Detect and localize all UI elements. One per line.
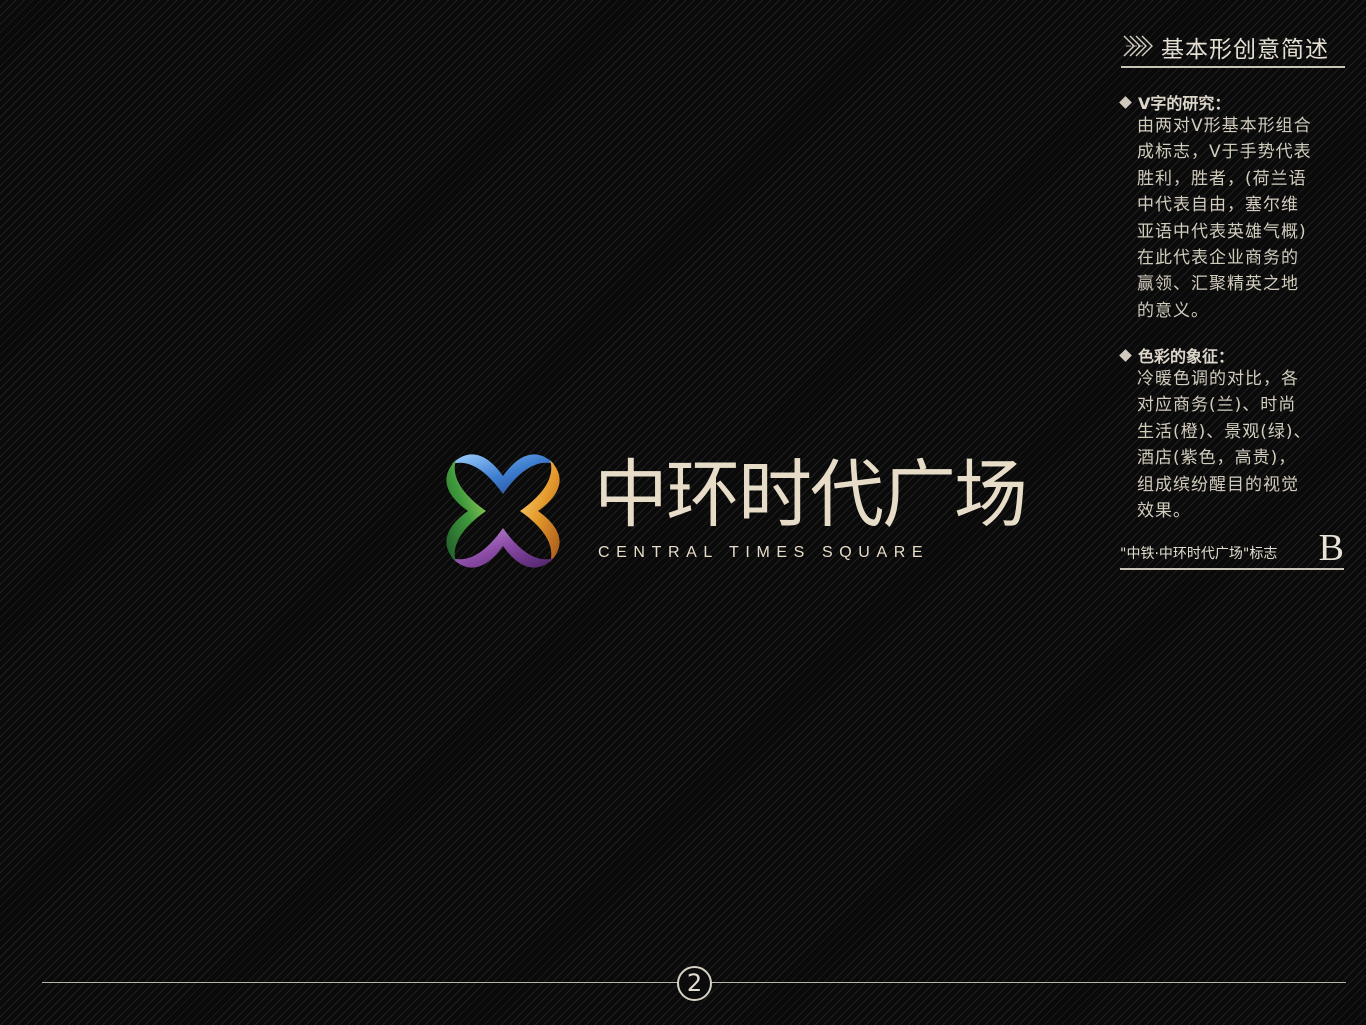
- text-line: 在此代表企业商务的: [1137, 247, 1299, 268]
- text-line: 生活(橙)、景观(绿)、: [1137, 421, 1312, 442]
- color-symbolism-text: 冷暖色调的对比，各 对应商务(兰)、时尚 生活(橙)、景观(绿)、 酒店(紫色，…: [1137, 366, 1329, 524]
- chevron-arrows-icon: [1123, 35, 1153, 57]
- color-symbolism-heading: 色彩的象征：: [1119, 343, 1234, 367]
- diamond-bullet-icon: [1119, 348, 1132, 362]
- logo-caption: "中铁·中环时代广场"标志 B: [1120, 527, 1344, 570]
- logo-green-petal: [446, 460, 486, 562]
- color-symbolism-heading-label: 色彩的象征：: [1138, 347, 1235, 366]
- text-line: 效果。: [1137, 500, 1191, 521]
- v-study-heading-label: V字的研究：: [1138, 94, 1231, 113]
- logo-blue-petal: [452, 454, 554, 494]
- logo-mark-icon: [446, 454, 560, 568]
- text-line: 中代表自由，塞尔维: [1137, 195, 1299, 216]
- text-line: 组成缤纷醒目的视觉: [1137, 474, 1299, 495]
- text-line: 成标志，V于手势代表: [1137, 142, 1312, 163]
- logo-purple-petal: [452, 528, 554, 568]
- text-line: 的意义。: [1137, 300, 1209, 321]
- text-line: 胜利，胜者，(荷兰语: [1137, 168, 1307, 189]
- caption-text: "中铁·中环时代广场"标志: [1120, 546, 1278, 562]
- v-study-heading: V字的研究：: [1119, 90, 1230, 114]
- v-study-text: 由两对V形基本形组合 成标志，V于手势代表 胜利，胜者，(荷兰语 中代表自由，塞…: [1137, 113, 1329, 324]
- logo-orange-petal: [520, 460, 560, 562]
- section-title: 基本形创意简述: [1161, 37, 1329, 63]
- text-line: 由两对V形基本形组合: [1137, 116, 1312, 136]
- caption-letter: B: [1318, 527, 1344, 569]
- brochure-page: 基本形创意简述 V字的研究： 由两对V形基本形组合 成标志，V于手势代表 胜利，…: [0, 0, 1366, 1025]
- text-line: 冷暖色调的对比，各: [1137, 369, 1299, 389]
- diamond-bullet-icon: [1119, 95, 1132, 109]
- text-line: 赢领、汇聚精英之地: [1137, 274, 1299, 295]
- text-line: 亚语中代表英雄气概): [1137, 221, 1307, 242]
- text-line: 酒店(紫色，高贵)，: [1137, 448, 1297, 469]
- page-number: 2: [677, 966, 712, 1001]
- brand-name-chinese: 中环时代广场: [594, 452, 1028, 538]
- section-header: 基本形创意简述: [1121, 28, 1345, 68]
- brand-name-english: CENTRAL TIMES SQUARE: [598, 544, 930, 561]
- text-line: 对应商务(兰)、时尚: [1137, 395, 1297, 416]
